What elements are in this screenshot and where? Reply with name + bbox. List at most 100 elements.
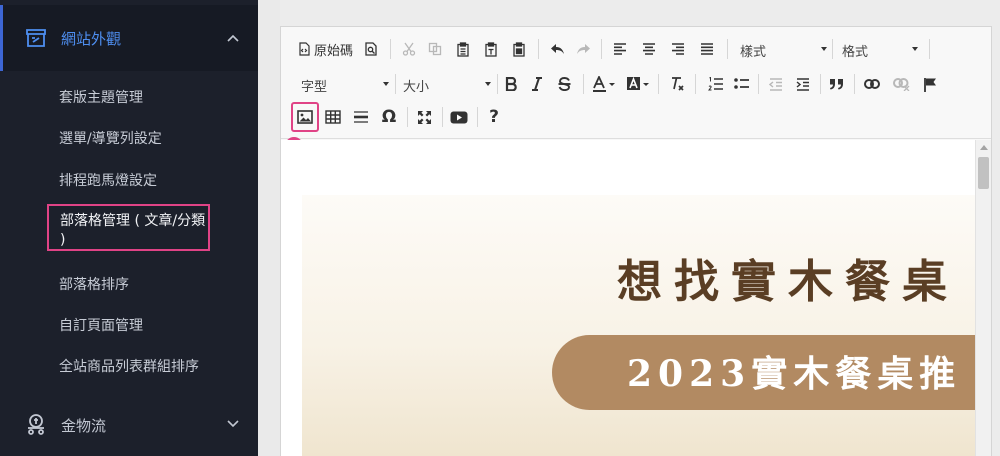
align-justify-button[interactable]: [695, 37, 719, 61]
paste-word-icon: [513, 41, 525, 57]
help-icon: ?: [489, 107, 499, 127]
chevron-up-icon: [227, 34, 239, 42]
copy-icon: [428, 42, 442, 56]
copy-button[interactable]: [423, 37, 447, 61]
undo-icon: [550, 44, 564, 54]
format-dropdown-label: 格式: [842, 45, 869, 60]
style-dropdown[interactable]: 樣式: [740, 38, 827, 60]
omega-icon: Ω: [381, 107, 397, 127]
editor-top-strip: [280, 0, 1000, 26]
sidebar-section-web-appearance[interactable]: 網站外觀: [0, 5, 258, 71]
horizontal-line-button[interactable]: [349, 105, 373, 129]
help-button[interactable]: ?: [482, 105, 506, 129]
table-icon: [325, 110, 341, 124]
blockquote-button[interactable]: [825, 72, 849, 96]
paste-text-icon: [485, 41, 497, 57]
background-color-icon: [627, 76, 649, 90]
background-color-button[interactable]: [622, 72, 654, 96]
font-dropdown[interactable]: 字型: [301, 73, 389, 95]
redo-button[interactable]: [571, 37, 595, 61]
banner-subtitle: 2023實木餐桌推: [627, 353, 962, 395]
numbered-list-icon: [707, 77, 723, 91]
link-button[interactable]: [860, 72, 884, 96]
sidebar-item-menu-nav[interactable]: 選單/導覽列設定: [59, 128, 162, 148]
increase-indent-icon: [796, 77, 809, 91]
size-dropdown-label: 大小: [403, 80, 430, 95]
numbered-list-button[interactable]: [703, 72, 727, 96]
redo-icon: [576, 44, 590, 54]
youtube-icon: [450, 111, 468, 123]
sidebar-item-product-group-sort[interactable]: 全站商品列表群組排序: [59, 356, 199, 376]
cut-icon: [402, 42, 416, 56]
remove-format-button[interactable]: [665, 72, 689, 96]
dropdown-arrow-icon: [485, 82, 491, 86]
undo-button[interactable]: [545, 37, 569, 61]
rich-text-editor: 原始碼 樣式 格式 字型 大小 Ω ? 想找實木餐桌 2023實木餐桌推: [280, 26, 992, 456]
align-left-button[interactable]: [608, 37, 632, 61]
source-label: 原始碼: [313, 43, 353, 59]
youtube-button[interactable]: [447, 105, 471, 129]
flag-icon: [924, 77, 936, 92]
paste-text-button[interactable]: [479, 37, 503, 61]
text-color-icon: [593, 76, 615, 92]
sidebar-section-label: 網站外觀: [61, 30, 122, 48]
editor-content-area[interactable]: 想找實木餐桌 2023實木餐桌推: [281, 140, 991, 456]
special-character-button[interactable]: Ω: [377, 105, 401, 129]
scroll-up-arrow-icon[interactable]: [980, 145, 988, 150]
unlink-button[interactable]: [889, 72, 913, 96]
sidebar-item-blog-sort[interactable]: 部落格排序: [59, 274, 129, 294]
format-dropdown[interactable]: 格式: [842, 38, 918, 60]
link-icon: [864, 79, 880, 89]
scrollbar-thumb[interactable]: [978, 157, 989, 189]
banner-title: 想找實木餐桌: [617, 255, 960, 308]
sidebar-section-label: 金物流: [61, 417, 107, 435]
size-dropdown[interactable]: 大小: [403, 73, 491, 95]
blockquote-icon: [830, 79, 843, 90]
sidebar-section-logistics[interactable]: 金物流: [0, 391, 258, 456]
strikethrough-icon: [558, 77, 570, 91]
paste-icon: [457, 41, 469, 57]
vertical-scrollbar[interactable]: [975, 140, 991, 456]
delivery-icon: [28, 414, 44, 435]
cut-button[interactable]: [397, 37, 421, 61]
align-right-button[interactable]: [666, 37, 690, 61]
decrease-indent-button[interactable]: [764, 72, 788, 96]
italic-button[interactable]: [525, 72, 549, 96]
bulleted-list-button[interactable]: [729, 72, 753, 96]
anchor-button[interactable]: [918, 72, 942, 96]
source-button[interactable]: 原始碼: [295, 37, 355, 61]
align-justify-icon: [701, 43, 713, 55]
chevron-down-icon: [227, 420, 239, 428]
preview-icon: [365, 42, 377, 56]
unlink-icon: [892, 77, 909, 91]
bold-icon: [505, 77, 517, 91]
italic-icon: [532, 77, 542, 91]
storefront-icon: [26, 29, 46, 47]
preview-button[interactable]: [359, 37, 383, 61]
banner-image[interactable]: 想找實木餐桌 2023實木餐桌推: [302, 195, 982, 456]
remove-format-icon: [672, 77, 684, 91]
maximize-icon: [417, 110, 431, 124]
sidebar-item-marquee[interactable]: 排程跑馬燈設定: [59, 170, 157, 190]
sidebar-item-custom-pages[interactable]: 自訂頁面管理: [59, 315, 143, 335]
style-dropdown-label: 樣式: [740, 45, 767, 60]
text-color-button[interactable]: [588, 72, 620, 96]
align-left-icon: [614, 43, 626, 55]
editor-toolbar: 原始碼 樣式 格式 字型 大小 Ω ?: [281, 27, 991, 155]
dropdown-arrow-icon: [912, 47, 918, 51]
font-dropdown-label: 字型: [301, 80, 328, 95]
table-button[interactable]: [321, 105, 345, 129]
align-center-icon: [643, 43, 655, 55]
align-center-button[interactable]: [637, 37, 661, 61]
sidebar-item-blog-management[interactable]: 部落格管理 ( 文章/分類 ): [47, 204, 210, 251]
strikethrough-button[interactable]: [552, 72, 576, 96]
sidebar: 網站外觀 套版主題管理 選單/導覽列設定 排程跑馬燈設定 部落格管理 ( 文章/…: [0, 0, 258, 456]
sidebar-divider: [258, 0, 280, 456]
bold-button[interactable]: [499, 72, 523, 96]
paste-word-button[interactable]: [507, 37, 531, 61]
sidebar-item-theme[interactable]: 套版主題管理: [59, 87, 143, 107]
maximize-button[interactable]: [412, 105, 436, 129]
paste-button[interactable]: [451, 37, 475, 61]
image-button[interactable]: 1: [285, 102, 319, 155]
increase-indent-button[interactable]: [791, 72, 815, 96]
